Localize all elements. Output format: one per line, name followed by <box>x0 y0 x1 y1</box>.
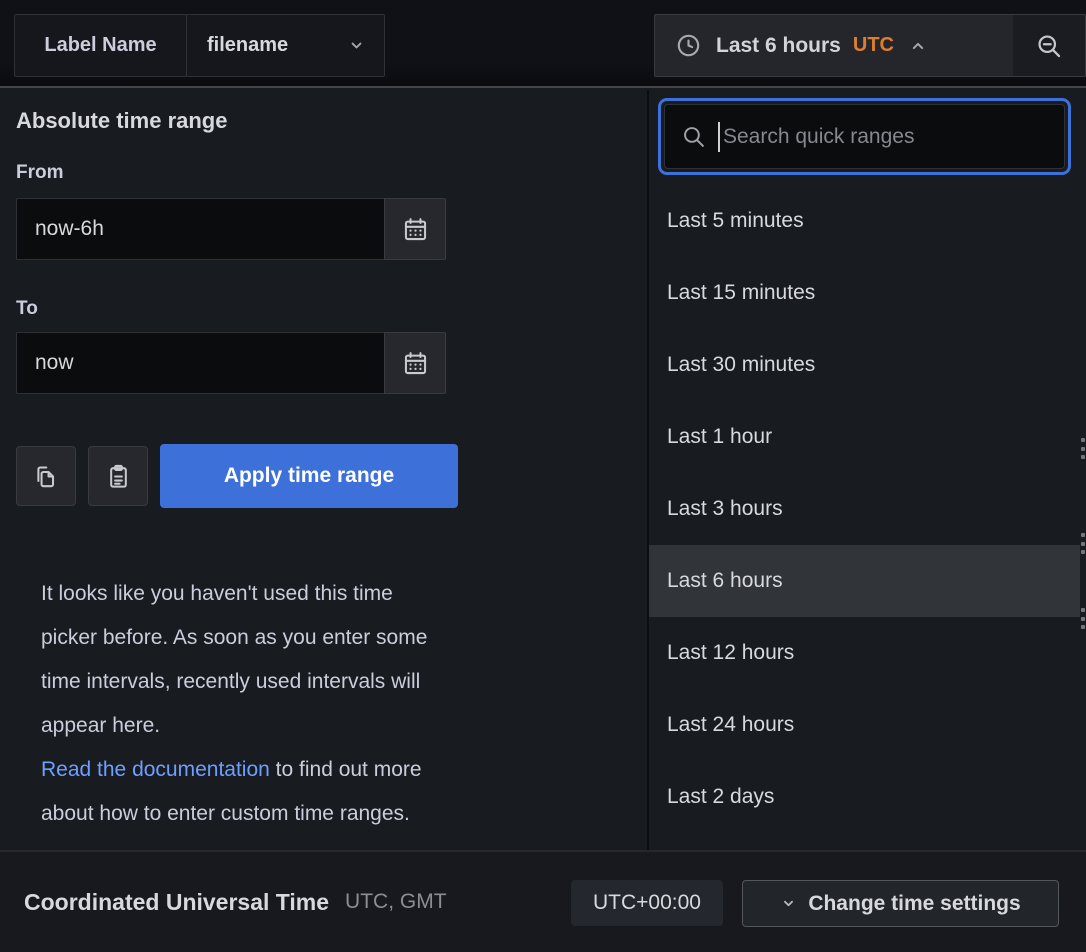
search-focus-ring <box>658 98 1071 175</box>
quick-range-item[interactable]: Last 30 minutes <box>648 329 1080 401</box>
timezone-text: Coordinated Universal Time UTC, GMT <box>24 852 447 952</box>
note-line: It looks like you haven't used this time <box>41 572 611 616</box>
quick-ranges-panel: Last 5 minutesLast 15 minutesLast 30 min… <box>648 90 1086 852</box>
note-line: time intervals, recently used intervals … <box>41 660 611 704</box>
copy-time-range-button[interactable] <box>16 446 76 506</box>
to-input-row <box>16 332 446 394</box>
label-value-text: filename <box>207 34 288 57</box>
change-time-settings-button[interactable]: Change time settings <box>742 880 1059 927</box>
to-label: To <box>16 298 38 320</box>
time-range-picker-button[interactable]: Last 6 hours UTC <box>654 14 1014 77</box>
quick-range-item[interactable]: Last 6 hours <box>648 545 1080 617</box>
search-field[interactable] <box>664 104 1065 169</box>
quick-range-item[interactable]: Last 5 minutes <box>648 185 1080 257</box>
quick-range-item[interactable]: Last 15 minutes <box>648 257 1080 329</box>
change-time-settings-label: Change time settings <box>808 892 1020 916</box>
quick-range-item[interactable]: Last 12 hours <box>648 617 1080 689</box>
search-icon <box>681 124 706 149</box>
quick-range-item[interactable]: Last 3 hours <box>648 473 1080 545</box>
from-input-row <box>16 198 446 260</box>
quick-range-item[interactable]: Last 1 hour <box>648 401 1080 473</box>
note-link-suffix: to find out more <box>270 758 422 781</box>
query-label-name: Label Name <box>14 14 187 77</box>
absolute-time-range-panel: Absolute time range From To Apply time r… <box>0 90 648 852</box>
timezone-abbr: UTC <box>853 34 894 57</box>
recent-ranges-note: It looks like you haven't used this time… <box>41 572 611 836</box>
paste-time-range-button[interactable] <box>88 446 148 506</box>
clock-icon <box>675 32 702 59</box>
query-label-text: Label Name <box>44 34 156 57</box>
chevron-up-icon <box>908 36 928 56</box>
quick-ranges-scrollbar[interactable] <box>1081 90 1086 852</box>
read-documentation-link[interactable]: Read the documentation <box>41 758 270 781</box>
from-calendar-button[interactable] <box>384 198 446 260</box>
label-value-select[interactable]: filename <box>186 14 385 77</box>
calendar-icon <box>402 216 429 243</box>
to-input[interactable] <box>16 332 384 394</box>
from-input[interactable] <box>16 198 384 260</box>
note-link-line: Read the documentation to find out more <box>41 748 611 792</box>
recent-note-lines: It looks like you haven't used this time… <box>41 572 611 748</box>
clipboard-icon <box>105 463 132 490</box>
zoom-out-button[interactable] <box>1013 14 1086 77</box>
to-calendar-button[interactable] <box>384 332 446 394</box>
text-cursor <box>718 122 720 152</box>
calendar-icon <box>402 350 429 377</box>
quick-range-item[interactable]: Last 2 days <box>648 761 1080 833</box>
quick-ranges-list: Last 5 minutesLast 15 minutesLast 30 min… <box>648 185 1080 833</box>
search-quick-ranges-input[interactable] <box>723 125 1064 149</box>
zoom-out-icon <box>1035 32 1063 60</box>
time-range-label: Last 6 hours <box>716 34 841 58</box>
utc-offset-badge: UTC+00:00 <box>571 880 723 926</box>
note-line: appear here. <box>41 704 611 748</box>
top-bar: Label Name filename Last 6 hours UTC <box>0 0 1086 88</box>
note-line: picker before. As soon as you enter some <box>41 616 611 660</box>
copy-icon <box>33 463 60 490</box>
chevron-down-icon <box>347 36 366 55</box>
from-label: From <box>16 162 64 184</box>
timezone-abbreviations: UTC, GMT <box>345 890 446 914</box>
chevron-down-icon <box>780 895 797 912</box>
timezone-name: Coordinated Universal Time <box>24 889 329 916</box>
panel-title: Absolute time range <box>16 108 227 134</box>
panel-divider <box>647 90 649 852</box>
timezone-footer: Coordinated Universal Time UTC, GMT UTC+… <box>0 852 1086 952</box>
note-closing-line: about how to enter custom time ranges. <box>41 792 611 836</box>
quick-range-item[interactable]: Last 24 hours <box>648 689 1080 761</box>
apply-time-range-button[interactable]: Apply time range <box>160 444 458 508</box>
